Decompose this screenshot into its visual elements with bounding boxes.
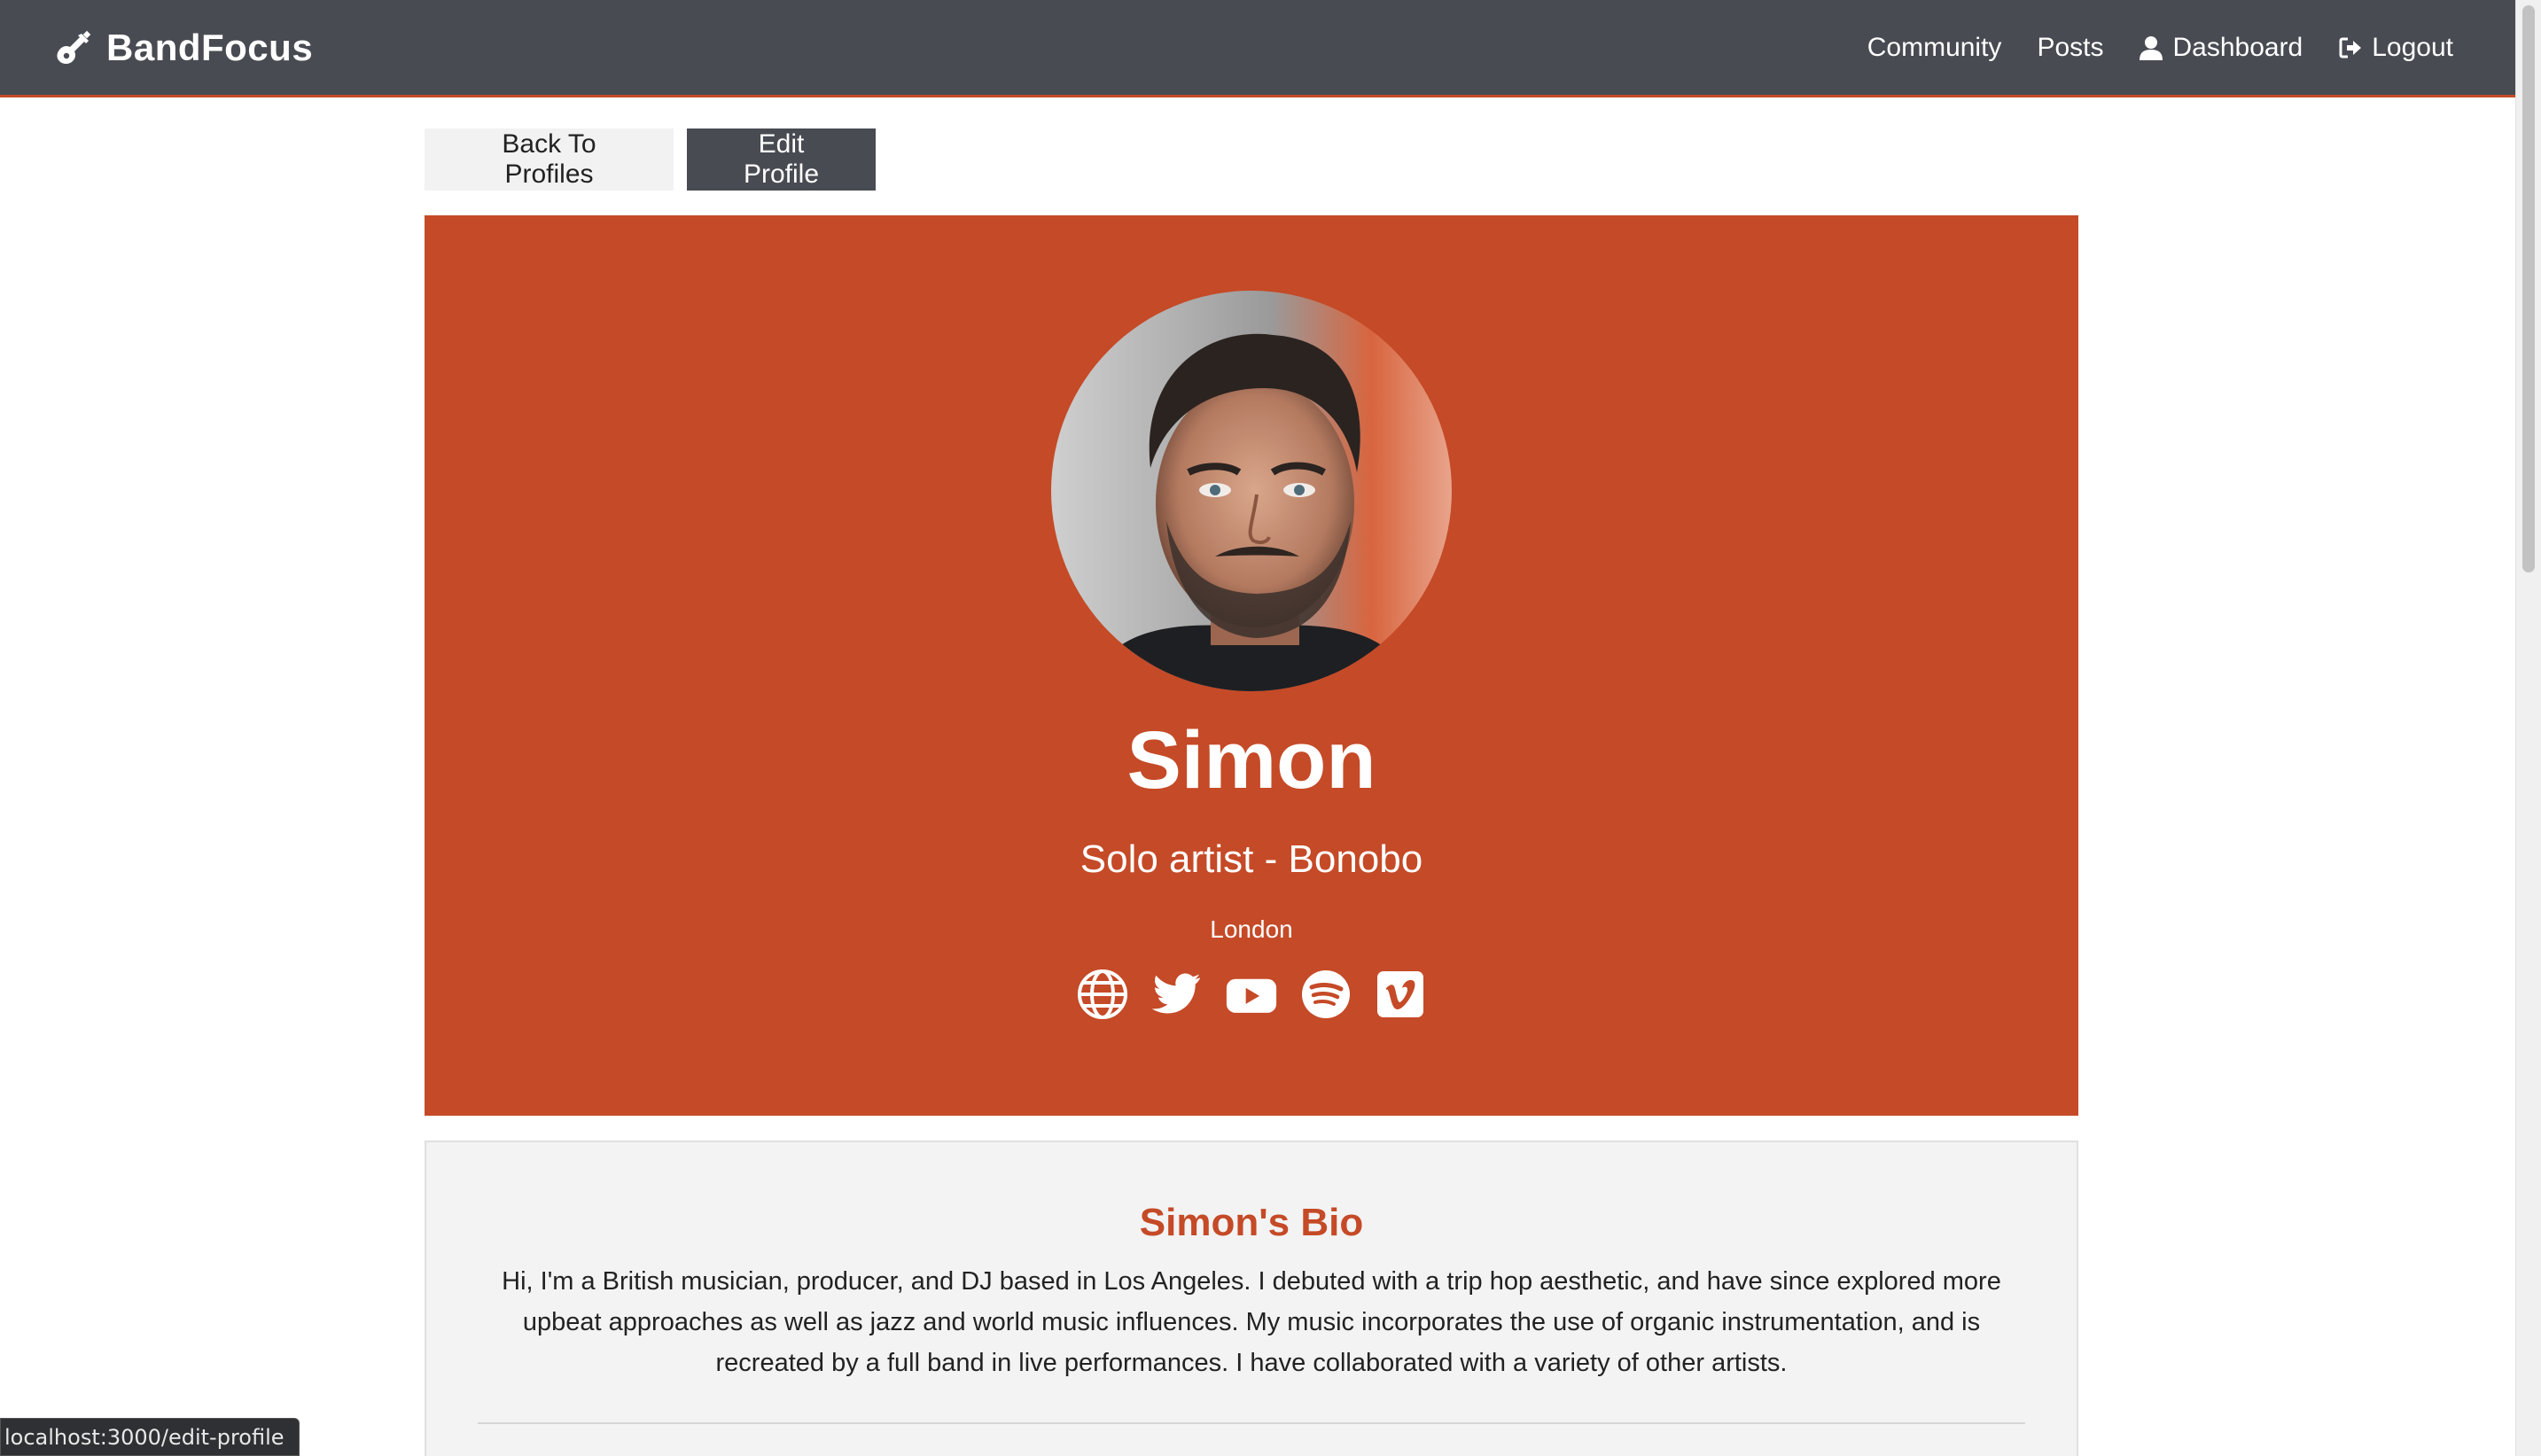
nav-posts[interactable]: Posts bbox=[2037, 33, 2103, 63]
page-scrollbar[interactable] bbox=[2515, 0, 2541, 1456]
avatar bbox=[1051, 291, 1452, 691]
profile-header-card: Simon Solo artist - Bonobo London bbox=[425, 215, 2078, 1116]
bio-title: Simon's Bio bbox=[1139, 1201, 1364, 1244]
brand-link[interactable]: BandFocus bbox=[55, 27, 313, 69]
navbar: BandFocus Community Posts Dashboard Logo… bbox=[0, 0, 2515, 97]
profile-status: Solo artist - Bonobo bbox=[1080, 837, 1423, 882]
nav-logout[interactable]: Logout bbox=[2338, 33, 2453, 63]
brand-name: BandFocus bbox=[106, 26, 314, 68]
profile-location: London bbox=[1210, 915, 1293, 944]
social-links bbox=[1077, 969, 1426, 1020]
spotify-link[interactable] bbox=[1300, 969, 1352, 1020]
twitter-link[interactable] bbox=[1151, 969, 1203, 1020]
nav-logout-label: Logout bbox=[2372, 32, 2453, 62]
bio-divider bbox=[478, 1422, 2025, 1424]
back-to-profiles-button[interactable]: Back To Profiles bbox=[425, 128, 674, 191]
avatar-photo bbox=[1051, 291, 1452, 691]
nav-community-label: Community bbox=[1867, 32, 2002, 62]
page: BandFocus Community Posts Dashboard Logo… bbox=[0, 0, 2541, 1456]
profile-name: Simon bbox=[1126, 715, 1376, 806]
profile-actions: Back To Profiles Edit Profile bbox=[425, 128, 876, 191]
spotify-icon bbox=[1302, 970, 1350, 1019]
bio-card: Simon's Bio Hi, I'm a British musician, … bbox=[425, 1141, 2078, 1456]
nav-dashboard-label: Dashboard bbox=[2172, 32, 2303, 62]
edit-profile-button[interactable]: Edit Profile bbox=[687, 128, 876, 191]
youtube-link[interactable] bbox=[1226, 969, 1277, 1020]
nav-posts-label: Posts bbox=[2037, 32, 2104, 62]
website-link[interactable] bbox=[1077, 969, 1128, 1020]
nav-dashboard[interactable]: Dashboard bbox=[2139, 33, 2303, 63]
guitar-icon bbox=[57, 30, 91, 64]
vimeo-icon bbox=[1377, 971, 1423, 1018]
sign-out-icon bbox=[2339, 37, 2362, 58]
vimeo-link[interactable] bbox=[1375, 969, 1426, 1020]
youtube-icon bbox=[1226, 978, 1277, 1014]
nav-links: Community Posts Dashboard Logout bbox=[1867, 33, 2453, 63]
twitter-icon bbox=[1151, 973, 1201, 1014]
nav-community[interactable]: Community bbox=[1867, 33, 2002, 63]
user-icon bbox=[2140, 35, 2163, 60]
bio-text: Hi, I'm a British musician, producer, an… bbox=[502, 1267, 2001, 1377]
link-status-tooltip: localhost:3000/edit-profile bbox=[0, 1418, 300, 1456]
scrollbar-thumb[interactable] bbox=[2522, 5, 2535, 572]
globe-icon bbox=[1078, 969, 1127, 1020]
